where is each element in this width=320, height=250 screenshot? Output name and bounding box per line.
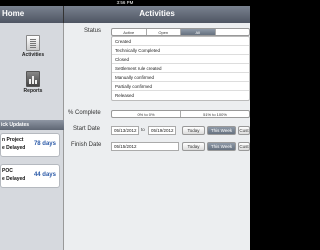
sidebar-item-label: Reports [23,88,43,94]
finish-custom-button[interactable]: Cust [238,142,250,151]
status-tab-all[interactable]: All [181,29,216,35]
status-option[interactable]: Partially confirmed [112,82,249,91]
status-option[interactable]: Manually confirmed [112,73,249,82]
quick-update-days: 78 days [33,141,56,147]
sidebar-item-reports[interactable]: Reports [20,71,46,94]
activities-header: Activities [64,6,250,23]
checklist-icon [26,35,40,51]
quick-update-card[interactable]: n Project e Delayed 78 days [0,133,60,157]
status-options-list: Created Technically Completed Closed Set… [111,36,250,101]
status-option[interactable]: Technically Completed [112,46,249,55]
status-tab-open[interactable]: Open [147,29,181,35]
quick-updates-header: ick Updates [0,120,64,130]
sidebar-item-activities[interactable]: Activities [20,35,46,58]
finish-date-field[interactable]: 05/15/2012 [111,142,179,151]
percent-complete-segmented-control: 0% to 0% 51% to 100% [111,110,250,118]
activities-title: Activities [139,9,175,18]
home-title: Home [2,9,25,18]
quick-update-line2: e Delayed [2,145,26,151]
start-date-from-field[interactable]: 05/13/2012 [111,126,139,135]
status-tab-more[interactable] [216,29,250,35]
sidebar: Activities Reports ick Updates n Project… [0,23,64,250]
percent-tab-51-to-100[interactable]: 51% to 100% [181,111,249,117]
activities-filter-panel: Status Active Open All Created Technical… [64,23,250,250]
quick-update-days: 44 days [33,172,56,178]
quick-update-line1: POC [2,168,13,174]
start-this-week-button[interactable]: This Week [207,126,236,135]
sidebar-item-label: Activities [21,52,45,58]
bar-chart-icon [26,71,40,87]
quick-update-card[interactable]: POC e Delayed 44 days [0,164,60,188]
finish-date-label: Finish Date [71,142,102,148]
quick-update-line2: e Delayed [2,176,26,182]
status-segmented-control: Active Open All [111,28,250,36]
status-option[interactable]: Settlement rule created [112,64,249,73]
home-header: Home [0,6,64,23]
status-option[interactable]: Closed [112,55,249,64]
start-date-label: Start Date [73,126,101,132]
status-tab-active[interactable]: Active [112,29,147,35]
start-today-button[interactable]: Today [182,126,205,135]
start-date-to-field[interactable]: 05/19/2012 [148,126,176,135]
to-label: to [141,127,145,132]
percent-tab-0-to-0[interactable]: 0% to 0% [112,111,181,117]
percent-complete-label: % Complete [68,110,101,116]
finish-today-button[interactable]: Today [182,142,205,151]
status-option[interactable]: Created [112,37,249,46]
start-custom-button[interactable]: Cust [238,126,250,135]
status-option[interactable]: Released [112,91,249,100]
quick-update-line1: n Project [2,137,24,143]
status-label: Status [84,28,102,34]
finish-this-week-button[interactable]: This Week [207,142,236,151]
